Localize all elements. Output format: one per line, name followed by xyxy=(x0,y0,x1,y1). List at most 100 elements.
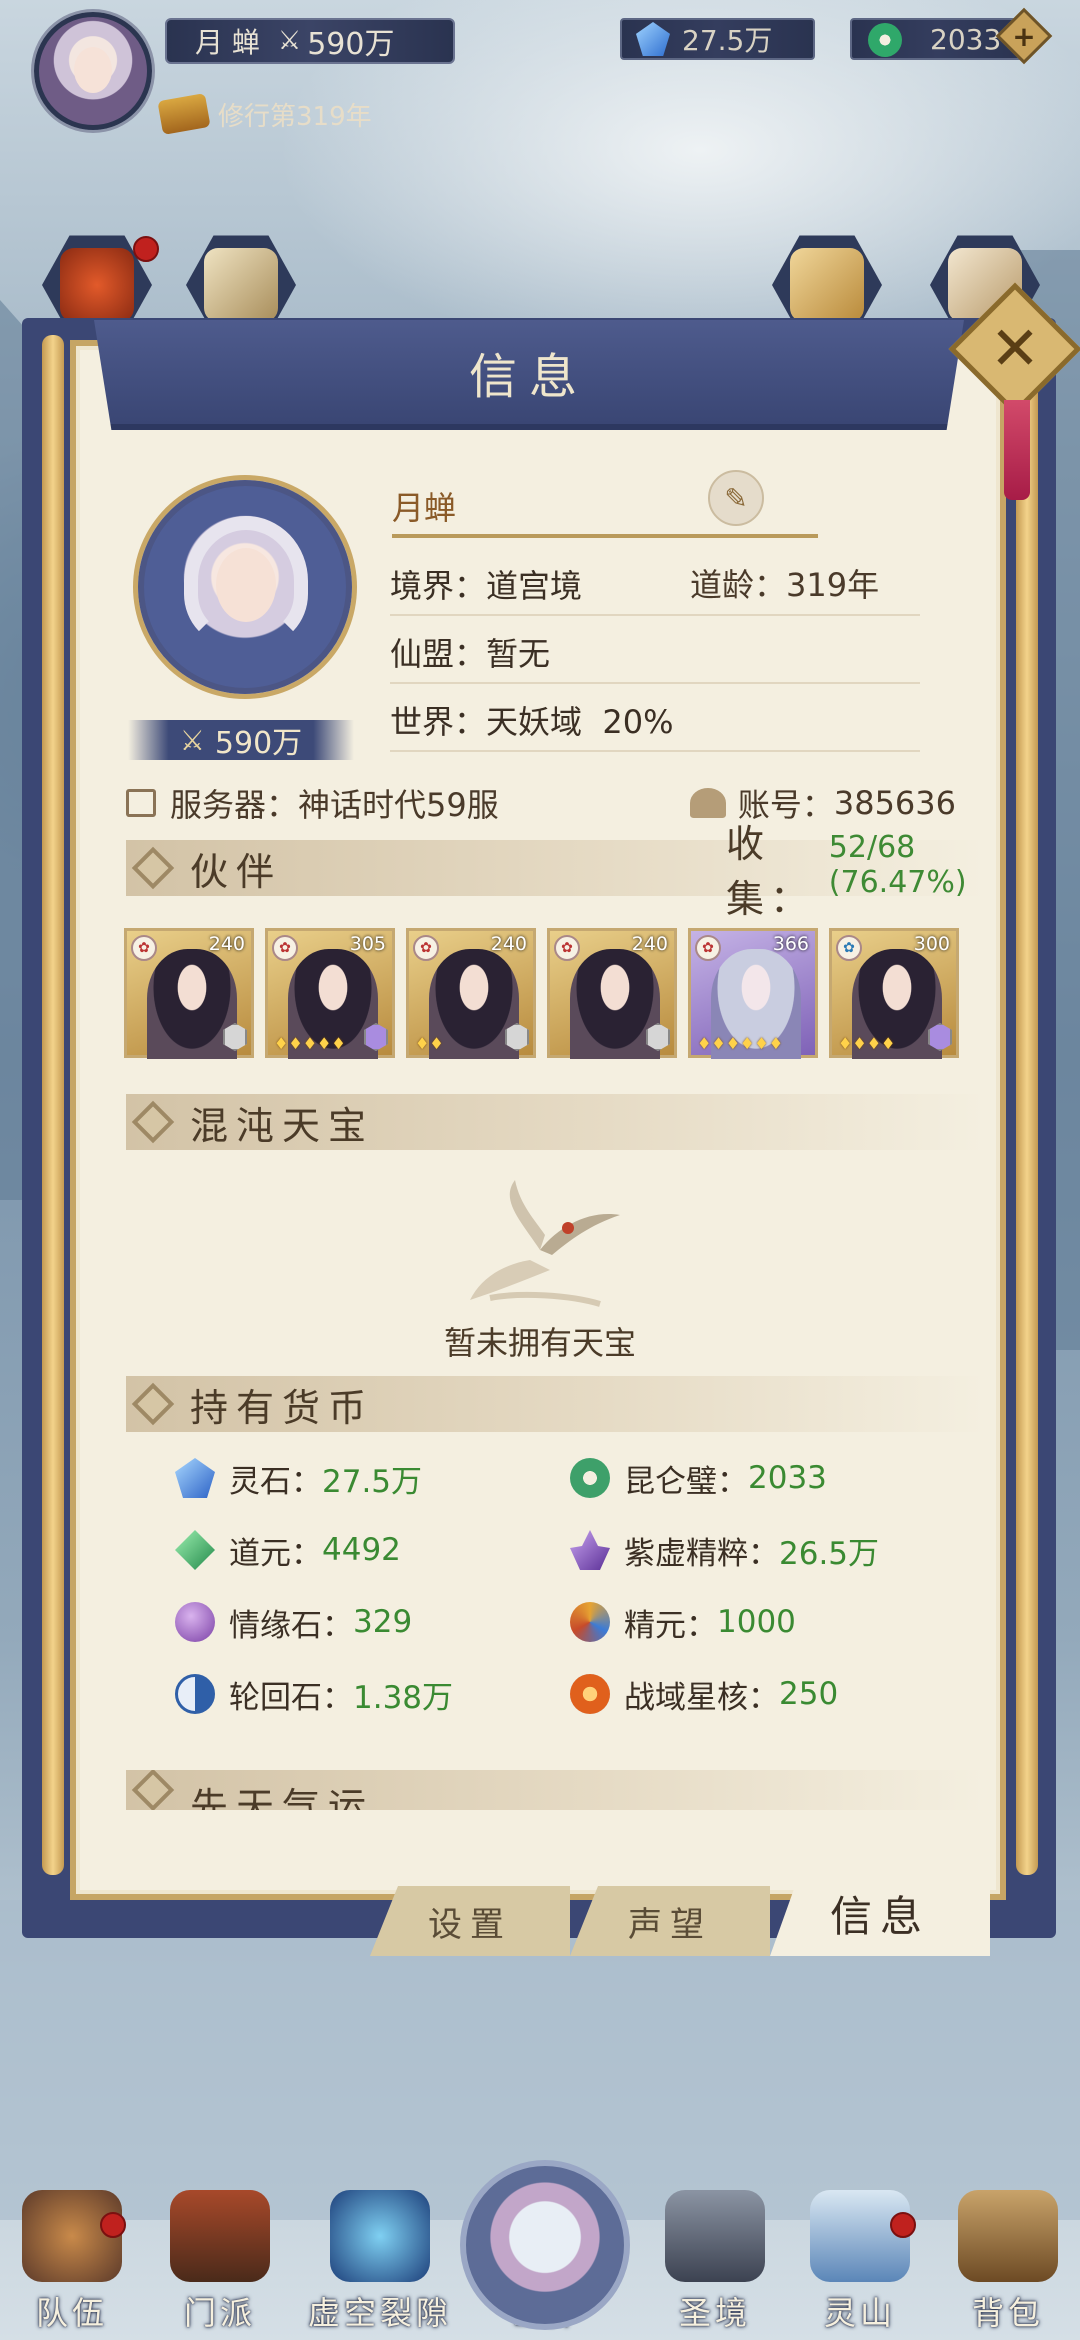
partner-card[interactable]: ✿ 366 ♦♦♦♦♦♦ xyxy=(688,928,818,1059)
rift-icon xyxy=(330,2190,430,2282)
server-value: 神话时代59服 xyxy=(298,786,499,824)
currency-item: 灵石： 27.5万 xyxy=(175,1450,422,1506)
backpack-icon xyxy=(958,2190,1058,2282)
fortune-section-header: 先天气运 xyxy=(126,1770,986,1810)
element-icon: ✿ xyxy=(695,935,721,961)
fortune-title: 先天气运 xyxy=(190,1784,375,1811)
world-value: 天妖域 20% xyxy=(486,703,674,741)
cultivation-year: 修行第319年 xyxy=(157,92,372,136)
brush-icon: ✎ xyxy=(724,481,748,515)
partner-level: 240 xyxy=(490,933,527,955)
nav-backpack[interactable]: 背包 xyxy=(948,2190,1068,2340)
collection-progress: 收集： 52/68 (76.47%) xyxy=(726,813,986,923)
currency-item: 轮回石： 1.38万 xyxy=(175,1666,453,1722)
element-icon: ✿ xyxy=(272,935,298,961)
panel-header: 信息 xyxy=(94,320,964,430)
top-bar: 月 蝉 ⚔ 590万 27.5万 2033 + 修行第319年 xyxy=(0,0,1080,135)
crystal-icon xyxy=(636,22,670,56)
account-icon xyxy=(689,788,726,818)
server-icon xyxy=(126,789,156,817)
profile-avatar[interactable] xyxy=(138,480,352,694)
partner-card[interactable]: ✿ 300 ♦♦♦♦ xyxy=(829,928,959,1059)
sword-icon: ⚔ xyxy=(179,723,205,757)
nav-void-rift[interactable]: 虚空裂隙 xyxy=(300,2190,460,2340)
currency-item: 精元： 1000 xyxy=(570,1594,796,1650)
left-scroll-rod xyxy=(42,335,64,1875)
diamond-icon xyxy=(131,1382,175,1426)
alliance-row: 仙盟： 暂无 xyxy=(390,622,920,684)
element-icon: ✿ xyxy=(836,935,862,961)
currency-item: 战域星核： 250 xyxy=(570,1666,838,1722)
treasure-section-header: 混沌天宝 xyxy=(126,1094,986,1150)
currency-section-header: 持有货币 xyxy=(126,1376,986,1432)
dao-yuan-icon xyxy=(175,1530,215,1570)
player-name: 月 蝉 xyxy=(195,26,260,59)
spirit-stone-icon xyxy=(175,1458,215,1498)
dao-age: 道龄： 319年 xyxy=(690,552,879,614)
player-name-pill: 月 蝉 ⚔ 590万 xyxy=(165,18,455,64)
realm-value: 道宫境 xyxy=(486,567,583,605)
panel-title: 信息 xyxy=(468,349,589,405)
kunlun-jade-icon xyxy=(570,1458,610,1498)
world-row: 世界： 天妖域 20% xyxy=(390,690,920,752)
diamond-icon xyxy=(131,1100,175,1144)
currency-item: 昆仑璧： 2033 xyxy=(570,1450,827,1506)
partner-card[interactable]: ✿ 240 xyxy=(124,928,254,1059)
world-globe-button[interactable] xyxy=(460,2160,630,2330)
element-icon: ✿ xyxy=(131,935,157,961)
power-badge: ⚔ 590万 xyxy=(128,720,354,761)
notification-dot xyxy=(100,2212,126,2238)
profile-name: 月蝉 xyxy=(392,489,457,527)
player-power: 590万 xyxy=(307,27,395,62)
sect-icon xyxy=(170,2190,270,2282)
currency-title: 持有货币 xyxy=(190,1385,375,1430)
currency-item: 紫虚精粹： 26.5万 xyxy=(570,1522,879,1578)
currency-item: 情缘石： 329 xyxy=(175,1594,412,1650)
partner-level: 366 xyxy=(772,933,809,955)
partner-card[interactable]: ✿ 240 ♦♦ xyxy=(406,928,536,1059)
collection-value: 52/68 (76.47%) xyxy=(828,830,967,900)
sword-icon: ⚔ xyxy=(277,26,302,56)
right-scroll-rod xyxy=(1016,335,1038,1875)
partner-level: 240 xyxy=(208,933,245,955)
partner-card[interactable]: ✿ 305 ♦♦♦♦♦ xyxy=(265,928,395,1059)
tab-info[interactable]: 信息 xyxy=(770,1870,990,1956)
affinity-stone-icon xyxy=(175,1602,215,1642)
partner-list: ✿ 240 ✿ 305 ♦♦♦♦♦ ✿ 240 ♦♦ ✿ 240 ✿ 366 ♦♦♦♦♦♦ ✿ 3… xyxy=(124,928,964,1059)
jade-icon xyxy=(868,23,902,57)
rename-brush-button[interactable]: ✎ xyxy=(708,470,764,526)
element-icon: ✿ xyxy=(413,935,439,961)
close-icon: ✕ xyxy=(989,314,1041,384)
purple-essence-icon xyxy=(570,1530,610,1570)
treasure-empty-state: 暂未拥有天宝 xyxy=(380,1180,700,1380)
partner-level: 300 xyxy=(913,933,950,955)
diamond-icon xyxy=(131,1770,175,1810)
dao-age-value: 319年 xyxy=(786,566,880,604)
panel-tabs: 设置 声望 信息 xyxy=(370,1870,990,1960)
nav-holy-realm[interactable]: 圣境 xyxy=(655,2190,775,2340)
treasure-title: 混沌天宝 xyxy=(190,1103,375,1148)
partner-level: 305 xyxy=(349,933,386,955)
player-avatar[interactable] xyxy=(34,12,152,130)
notification-dot xyxy=(890,2212,916,2238)
partners-section-header: 伙伴 收集： 52/68 (76.47%) xyxy=(126,822,986,921)
spirit-stone-counter: 27.5万 xyxy=(620,18,815,60)
holy-realm-icon xyxy=(665,2190,765,2282)
partner-card[interactable]: ✿ 240 xyxy=(547,928,677,1059)
mountain-icon xyxy=(810,2190,910,2282)
nav-sect[interactable]: 门派 xyxy=(160,2190,280,2340)
crane-icon xyxy=(470,1180,620,1307)
treasure-empty-text: 暂未拥有天宝 xyxy=(443,1324,636,1362)
notification-dot xyxy=(133,236,159,262)
star-core-icon xyxy=(570,1674,610,1714)
partner-level: 240 xyxy=(631,933,668,955)
tab-settings[interactable]: 设置 xyxy=(370,1886,570,1956)
diamond-icon xyxy=(131,846,175,890)
element-icon: ✿ xyxy=(554,935,580,961)
tab-reputation[interactable]: 声望 xyxy=(570,1886,770,1956)
scroll-icon xyxy=(157,93,211,135)
reincarnation-stone-icon xyxy=(175,1674,215,1714)
partners-title: 伙伴 xyxy=(190,849,283,894)
currency-item: 道元： 4492 xyxy=(175,1522,401,1578)
alliance-value: 暂无 xyxy=(486,635,551,673)
